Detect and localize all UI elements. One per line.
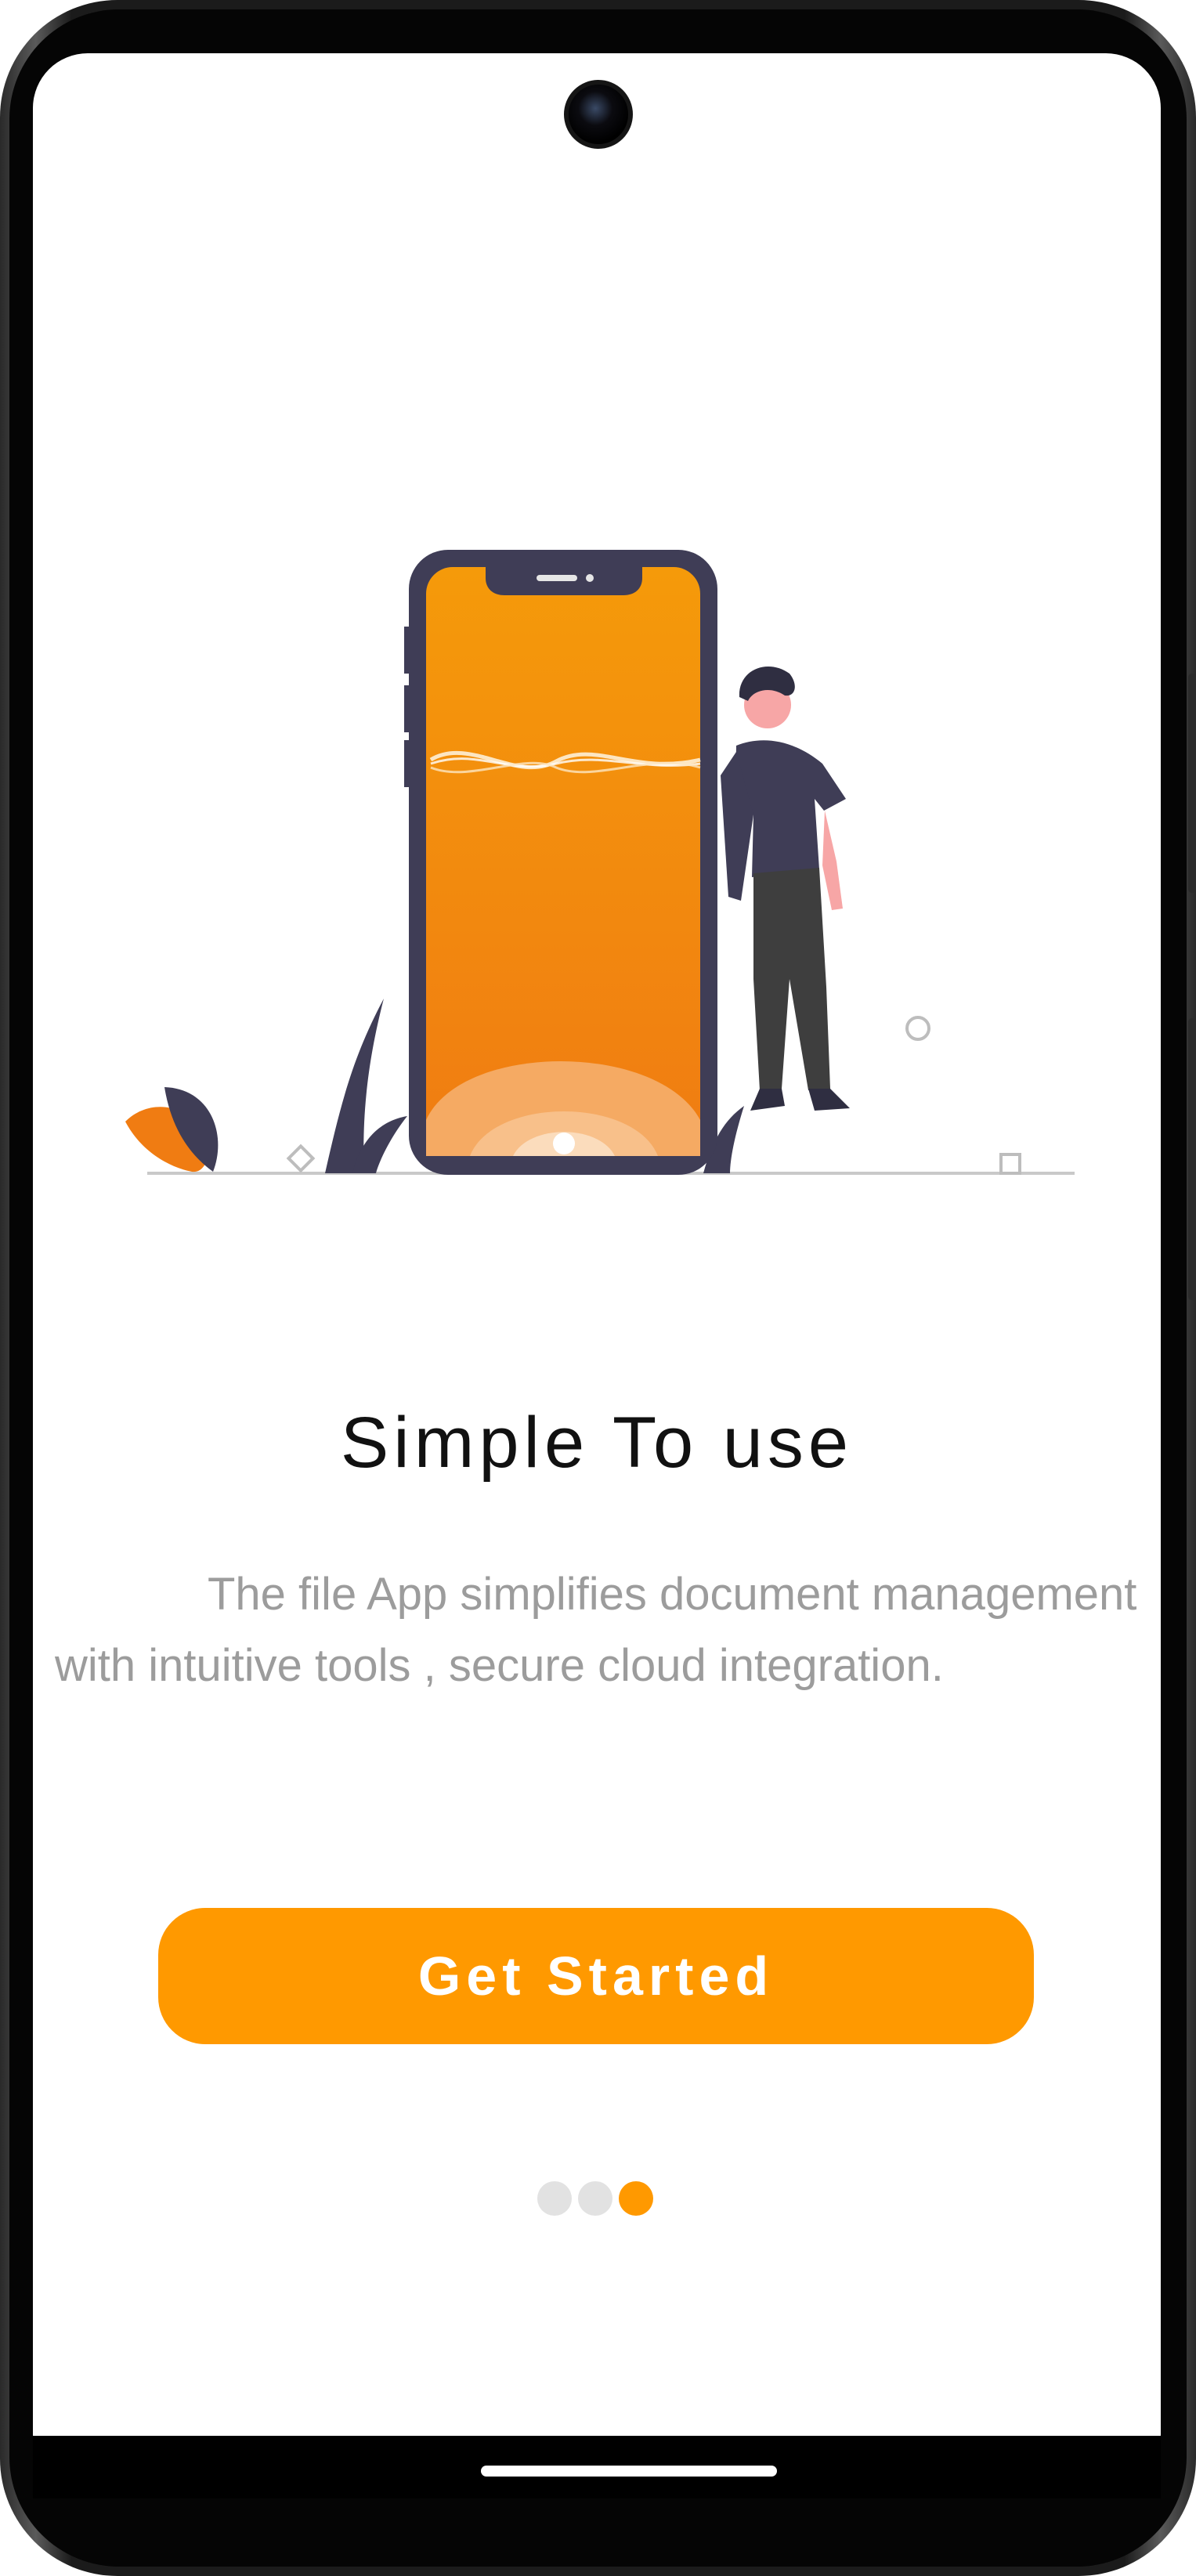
power-button: [1188, 674, 1196, 893]
circle-shape: [905, 1016, 930, 1041]
page-indicator: [537, 2181, 653, 2216]
navigation-bar: [33, 2436, 1161, 2498]
device-frame: Simple To use The file App simplifies do…: [0, 0, 1196, 2576]
diamond-shape: [286, 1143, 316, 1173]
page-dot[interactable]: [578, 2181, 612, 2216]
front-camera-icon: [564, 80, 633, 149]
person-leaning-on-phone-illustration: [125, 550, 1075, 1175]
page-dot-active[interactable]: [619, 2181, 653, 2216]
home-indicator[interactable]: [481, 2466, 777, 2477]
square-shape: [999, 1153, 1021, 1175]
page-title: Simple To use: [340, 1403, 854, 1483]
person: [721, 667, 850, 1111]
screen: [33, 53, 1161, 2489]
get-started-button[interactable]: Get Started: [158, 1908, 1034, 2044]
page-dot[interactable]: [537, 2181, 572, 2216]
page-description: The file App simplifies document managem…: [55, 1569, 1137, 1691]
volume-button: [1188, 1018, 1196, 1300]
